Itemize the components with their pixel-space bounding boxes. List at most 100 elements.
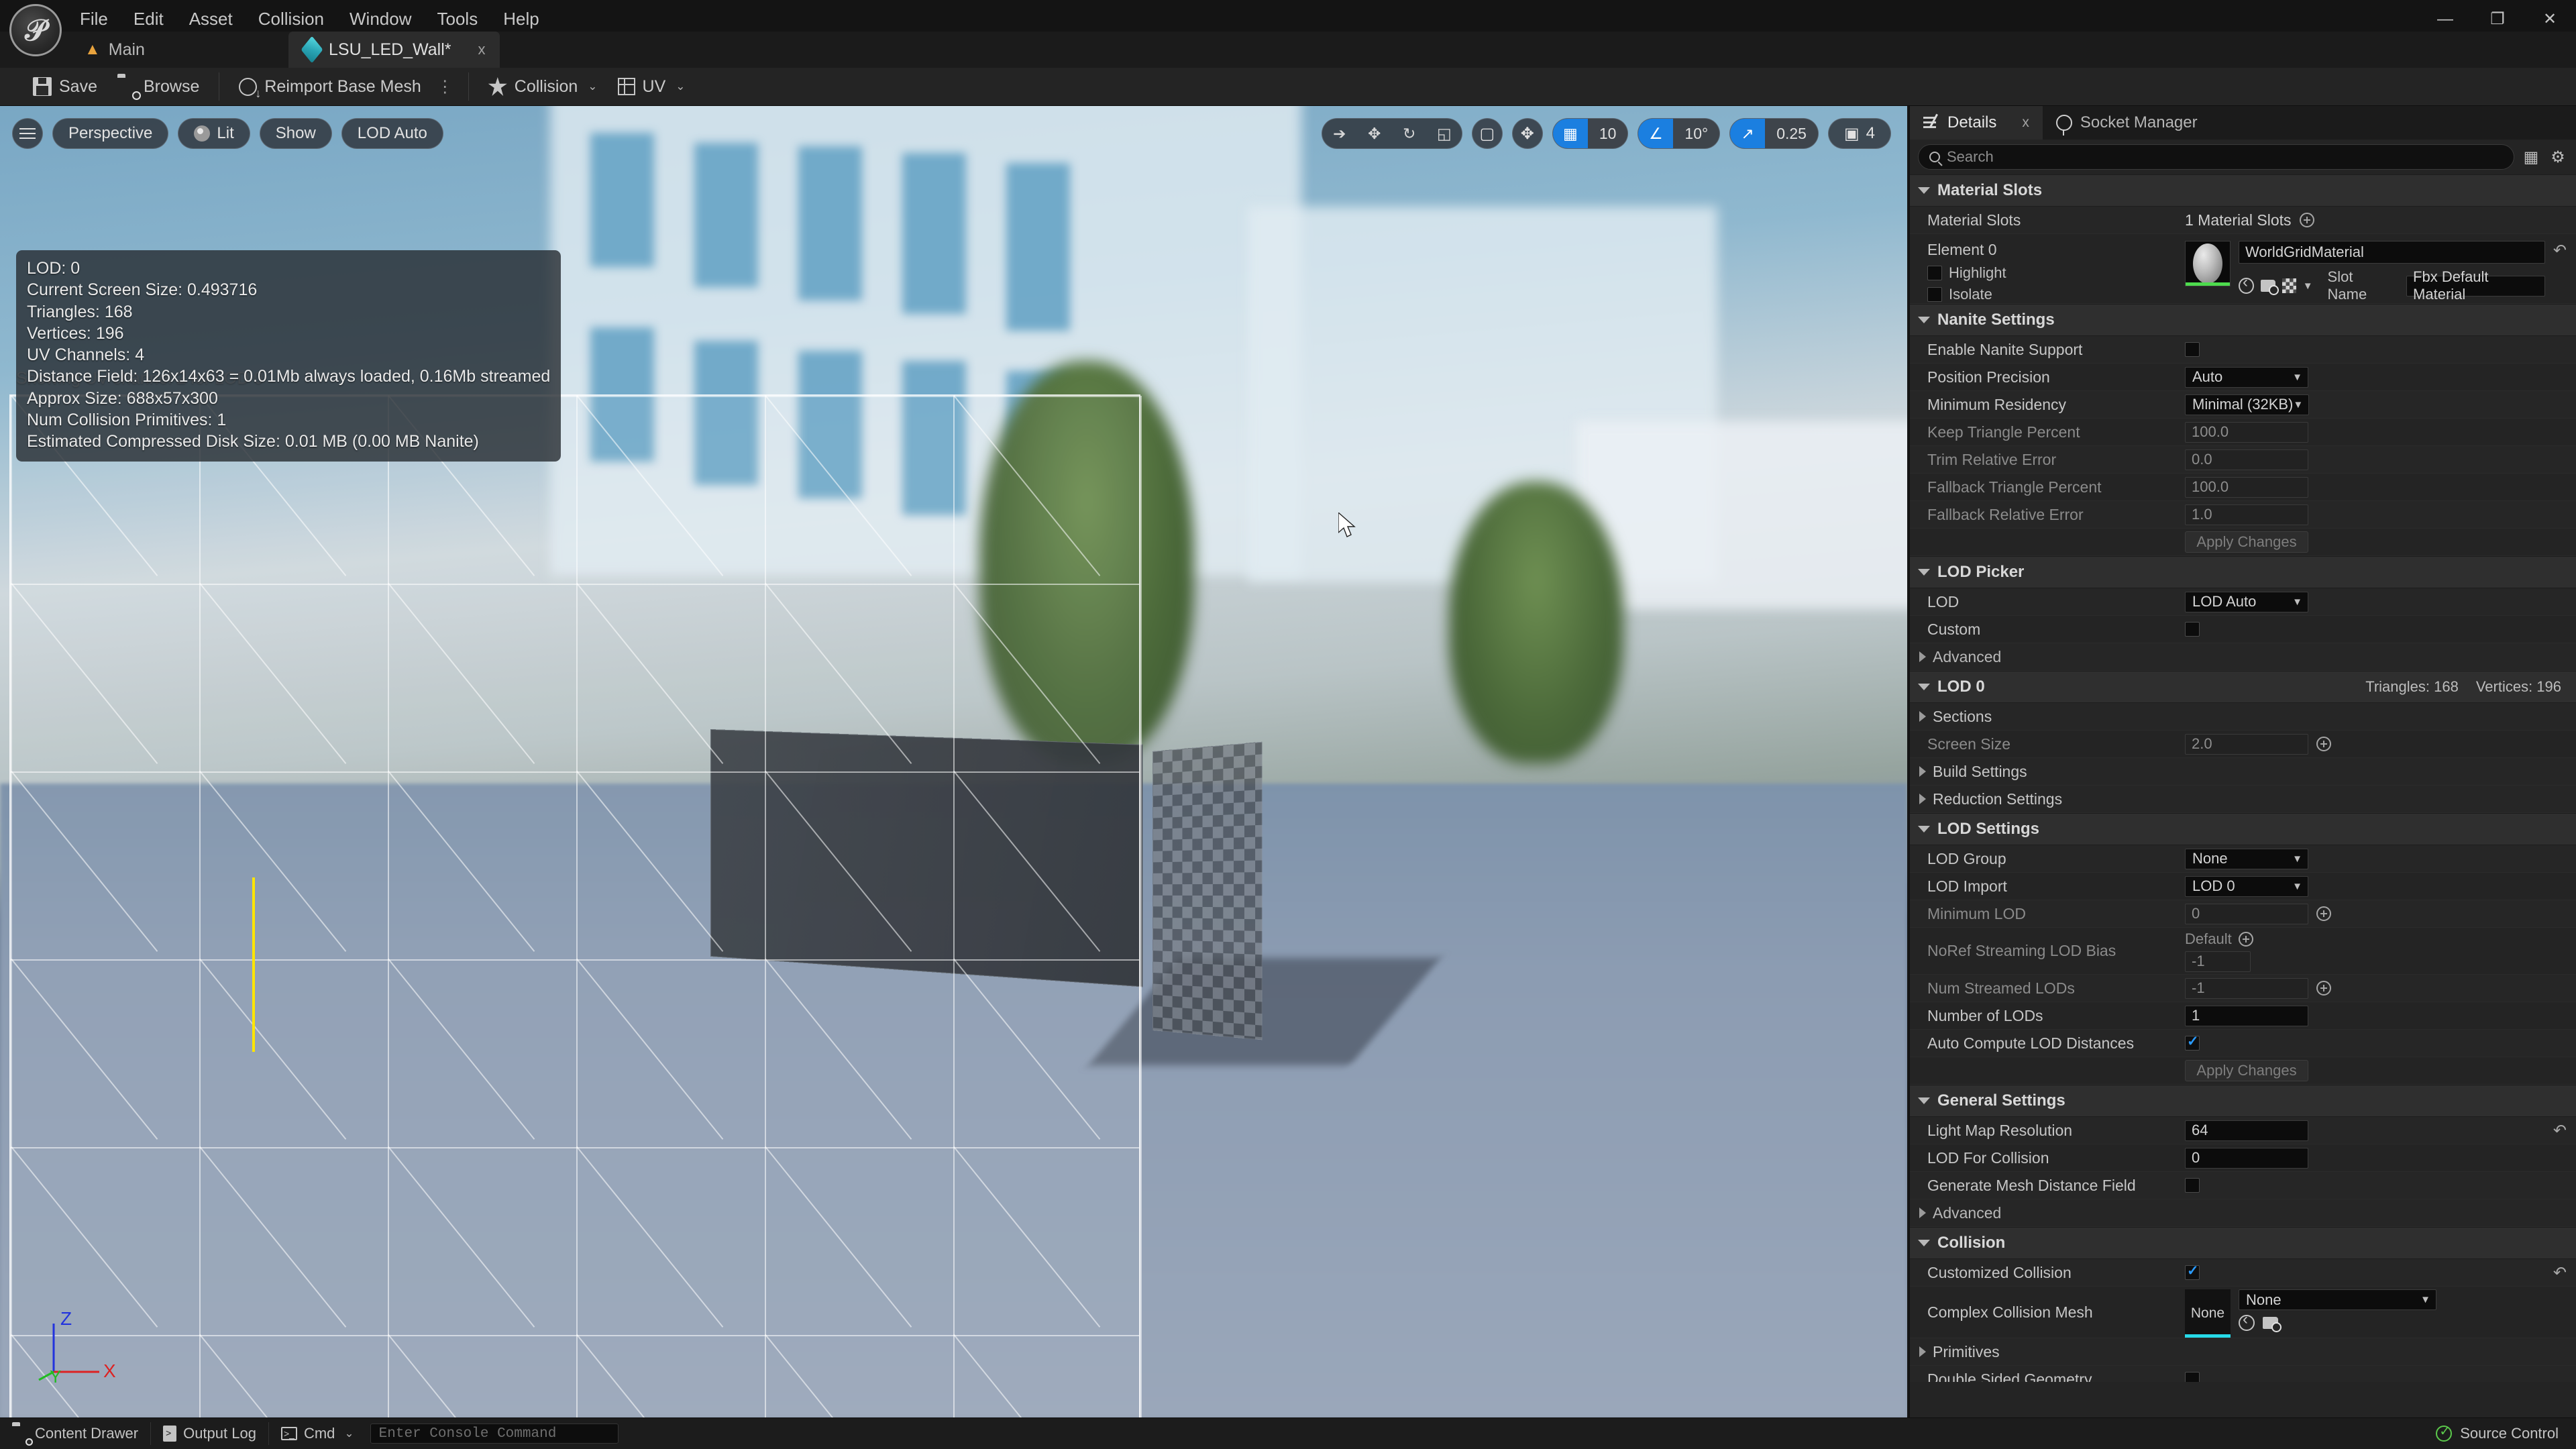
screen-size-add-icon[interactable] xyxy=(2316,737,2331,751)
uv-label: UV xyxy=(642,76,666,96)
row-build-settings[interactable]: Build Settings xyxy=(1910,758,2576,786)
thumbnail-status-bar xyxy=(2185,1334,2231,1338)
material-options-icon[interactable] xyxy=(2282,278,2296,293)
slot-name-field[interactable]: Fbx Default Material xyxy=(2406,268,2545,303)
section-material-slots[interactable]: Material Slots xyxy=(1910,174,2576,207)
add-material-slot-button[interactable] xyxy=(2299,213,2314,227)
lod-auto-button[interactable]: LOD Auto xyxy=(341,118,443,149)
view-mode-button[interactable]: Lit xyxy=(178,118,250,149)
double-sided-geometry-checkbox[interactable] xyxy=(2185,1372,2200,1382)
viewport-menu-button[interactable] xyxy=(12,118,43,149)
lod-dropdown[interactable]: LOD Auto ▼ xyxy=(2185,591,2308,612)
source-control-label[interactable]: Source Control xyxy=(2460,1425,2559,1442)
minimum-residency-dropdown[interactable]: Minimal (32KB) ▼ xyxy=(2185,394,2310,415)
generate-mesh-distance-field-checkbox[interactable] xyxy=(2185,1178,2200,1193)
row-general-advanced[interactable]: Advanced xyxy=(1910,1199,2576,1227)
save-icon xyxy=(33,77,52,96)
row-custom: Custom xyxy=(1910,616,2576,643)
noref-add-icon[interactable] xyxy=(2238,931,2253,947)
rotate-icon[interactable]: ↻ xyxy=(1392,119,1427,148)
number-of-lods-field[interactable]: 1 xyxy=(2185,1005,2308,1026)
use-selected-asset-icon[interactable] xyxy=(2239,1310,2255,1331)
tab-close-icon[interactable]: x xyxy=(478,41,485,58)
nanite-apply-changes-button[interactable]: Apply Changes xyxy=(2185,531,2308,553)
select-arrow-icon[interactable]: ➔ xyxy=(1322,119,1357,148)
row-label: Material Slots xyxy=(1927,211,2021,229)
camera-mode-button[interactable]: Perspective xyxy=(52,118,169,149)
scale-icon[interactable]: ◱ xyxy=(1427,119,1462,148)
tab-details[interactable]: Details x xyxy=(1910,106,2043,140)
console-command-input[interactable]: Enter Console Command xyxy=(370,1424,619,1444)
customized-collision-checkbox[interactable] xyxy=(2185,1263,2200,1280)
browse-button[interactable]: Browse xyxy=(107,71,209,103)
light-map-resolution-field[interactable]: 64 xyxy=(2185,1120,2308,1141)
section-collision[interactable]: Collision xyxy=(1910,1227,2576,1259)
section-lod-picker[interactable]: LOD Picker xyxy=(1910,556,2576,588)
auto-compute-lod-distances-checkbox[interactable] xyxy=(2185,1033,2200,1051)
uv-menu-button[interactable]: UV ⌄ xyxy=(608,71,696,103)
view-options-gear-icon[interactable]: ⚙ xyxy=(2548,147,2568,167)
row-lod-picker-advanced[interactable]: Advanced xyxy=(1910,643,2576,671)
reset-to-default-icon[interactable]: ↶ xyxy=(2553,241,2567,260)
coordinate-system-icon[interactable]: ▢ xyxy=(1471,118,1503,149)
pivot-icon[interactable]: ✥ xyxy=(1511,118,1543,149)
mesh-viewport[interactable]: Perspective Lit Show LOD Auto ➔ ✥ ↻ ◱ ▢ … xyxy=(0,106,1907,1417)
section-lod-settings[interactable]: LOD Settings xyxy=(1910,813,2576,845)
lod-apply-changes-button[interactable]: Apply Changes xyxy=(2185,1060,2308,1081)
grid-snap-toggle-icon[interactable]: ▦ xyxy=(1552,119,1588,148)
output-log-button[interactable]: Output Log xyxy=(151,1418,268,1449)
status-bar-right: Source Control xyxy=(2436,1423,2576,1442)
minimum-lod-add-icon[interactable] xyxy=(2316,906,2331,921)
material-name-field[interactable]: WorldGridMaterial xyxy=(2239,241,2545,264)
lod-import-dropdown[interactable]: LOD 0 ▼ xyxy=(2185,875,2308,897)
column-settings-icon[interactable]: ▦ xyxy=(2521,147,2541,167)
reimport-overflow-button[interactable]: ⋮ xyxy=(431,76,459,97)
use-selected-asset-icon[interactable] xyxy=(2239,273,2254,294)
section-lod-0[interactable]: LOD 0 Triangles: 168 Vertices: 196 xyxy=(1910,671,2576,703)
axis-gizmo: Z X Y xyxy=(32,1308,133,1391)
details-properties-list[interactable]: Material Slots Material Slots 1 Material… xyxy=(1910,174,2576,1382)
tab-main[interactable]: ▲ Main xyxy=(70,32,160,68)
lod-for-collision-field[interactable]: 0 xyxy=(2185,1147,2308,1169)
lod-auto-label: LOD Auto xyxy=(357,124,427,142)
move-icon[interactable]: ✥ xyxy=(1357,119,1392,148)
scale-snap-value[interactable]: 0.25 xyxy=(1765,119,1818,148)
angle-snap-value[interactable]: 10° xyxy=(1673,119,1720,148)
tab-socket-manager[interactable]: Socket Manager xyxy=(2043,106,2211,140)
grid-snap-value[interactable]: 10 xyxy=(1587,119,1628,148)
content-drawer-button[interactable]: Content Drawer xyxy=(0,1418,150,1449)
reset-to-default-icon[interactable]: ↶ xyxy=(2553,1121,2567,1140)
material-thumbnail[interactable] xyxy=(2185,241,2231,286)
section-general-settings[interactable]: General Settings xyxy=(1910,1085,2576,1117)
row-primitives[interactable]: Primitives xyxy=(1910,1338,2576,1366)
camera-speed-button[interactable]: ▣ 4 xyxy=(1827,118,1891,149)
isolate-checkbox[interactable] xyxy=(1927,287,1942,302)
browse-asset-icon[interactable] xyxy=(2263,1317,2282,1332)
chevron-down-icon[interactable]: ▼ xyxy=(2303,280,2313,292)
section-nanite-settings[interactable]: Nanite Settings xyxy=(1910,304,2576,336)
row-sections[interactable]: Sections xyxy=(1910,703,2576,731)
show-flags-button[interactable]: Show xyxy=(259,118,332,149)
scale-snap-toggle-icon[interactable]: ↗ xyxy=(1730,119,1766,148)
search-input[interactable]: Search xyxy=(1918,144,2514,170)
num-streamed-lods-add-icon[interactable] xyxy=(2316,981,2331,996)
highlight-checkbox[interactable] xyxy=(1927,266,1942,280)
reset-to-default-icon[interactable]: ↶ xyxy=(2553,1263,2567,1283)
reimport-base-mesh-button[interactable]: Reimport Base Mesh xyxy=(229,71,431,103)
tab-lsu-led-wall[interactable]: LSU_LED_Wall* x xyxy=(288,32,500,68)
angle-snap-toggle-icon[interactable]: ∠ xyxy=(1638,119,1674,148)
position-precision-dropdown[interactable]: Auto ▼ xyxy=(2185,366,2308,388)
lod-group-dropdown[interactable]: None ▼ xyxy=(2185,848,2308,869)
led-wall-mesh-side[interactable] xyxy=(1152,741,1263,1040)
row-reduction-settings[interactable]: Reduction Settings xyxy=(1910,786,2576,813)
cmd-dropdown-button[interactable]: >_ Cmd ⌄ xyxy=(269,1418,366,1449)
save-button[interactable]: Save xyxy=(23,71,107,103)
details-tab-close-icon[interactable]: x xyxy=(2022,115,2029,131)
collision-menu-button[interactable]: Collision ⌄ xyxy=(478,71,608,103)
complex-collision-mesh-dropdown[interactable]: None ▼ xyxy=(2239,1289,2436,1310)
browse-asset-icon[interactable] xyxy=(2260,280,2279,295)
complex-collision-thumbnail[interactable]: None xyxy=(2185,1289,2231,1338)
unreal-engine-logo-icon[interactable]: 𝒫 xyxy=(9,4,62,56)
custom-lod-checkbox[interactable] xyxy=(2185,622,2200,637)
enable-nanite-support-checkbox[interactable] xyxy=(2185,342,2200,357)
